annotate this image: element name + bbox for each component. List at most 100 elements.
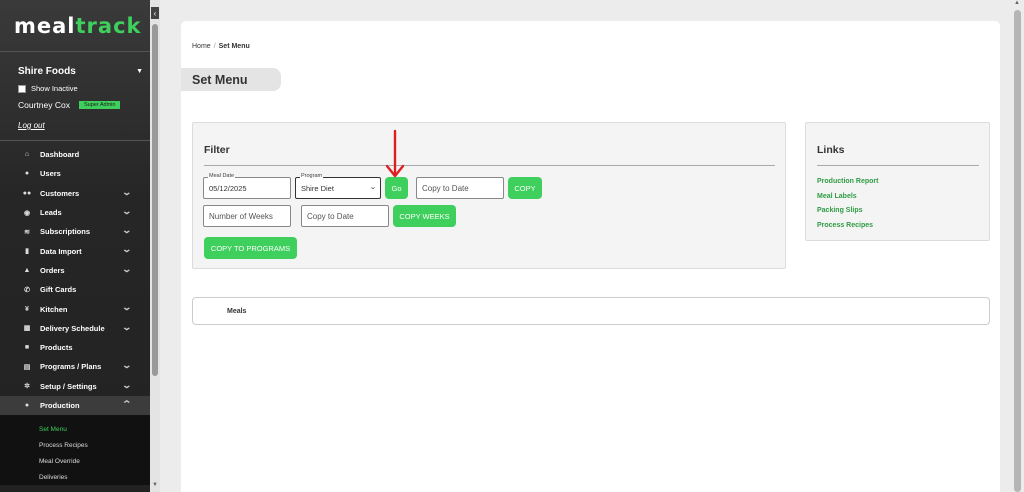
sidebar-item-label: Leads	[40, 208, 62, 218]
subnav-item-set-menu[interactable]: Set Menu	[0, 421, 150, 437]
program-label: Program	[300, 173, 324, 179]
show-inactive-label: Show Inactive	[31, 84, 78, 93]
copy-weeks-button[interactable]: COPY WEEKS	[393, 205, 456, 227]
sidebar-item-label: Delivery Schedule	[40, 323, 105, 333]
target-icon: ◉	[23, 209, 31, 217]
sidebar-item-label: Setup / Settings	[40, 381, 97, 391]
user-row: Courtney Cox Super Admin	[18, 100, 140, 110]
bag-icon: ▲	[23, 266, 31, 274]
sidebar-item-orders[interactable]: ▲ Orders ⌄	[0, 261, 150, 280]
copy-to-date-input[interactable]: Copy to Date	[416, 177, 504, 199]
links-divider	[817, 165, 979, 166]
sidebar-item-customers[interactable]: ●● Customers ⌄	[0, 184, 150, 203]
sidebar-scrollbar-thumb[interactable]	[152, 24, 158, 376]
chevron-up-icon: ⌃	[121, 398, 133, 409]
file-icon: ▮	[25, 248, 29, 256]
chevron-down-icon: ⌄	[121, 360, 133, 371]
meal-labels-link[interactable]: Meal Labels	[817, 193, 857, 200]
sidebar-item-setup-settings[interactable]: ✲ Setup / Settings ⌄	[0, 377, 150, 396]
meal-date-label: Meal Date	[208, 173, 236, 179]
sidebar-item-programs-plans[interactable]: ▤ Programs / Plans ⌄	[0, 357, 150, 376]
production-report-link[interactable]: Production Report	[817, 178, 878, 185]
filter-panel: Filter Meal Date 05/12/2025 Program Shir…	[192, 122, 786, 269]
filter-title: Filter	[204, 144, 230, 156]
sidebar-nav: ⌂ Dashboard ● Users ●● Customers ⌄ ◉ Leads ⌄ ≋…	[0, 145, 150, 486]
sidebar-item-delivery-schedule[interactable]: ▦ Delivery Schedule ⌄	[0, 319, 150, 338]
sidebar-item-label: Production	[40, 401, 80, 410]
layers-icon: ≋	[24, 228, 30, 236]
collapse-sidebar-icon[interactable]: ‹	[151, 7, 159, 19]
sidebar-item-products[interactable]: ■ Products	[0, 338, 150, 357]
role-badge: Super Admin	[78, 101, 121, 109]
logo-text-track: track	[75, 13, 142, 38]
sidebar-item-label: Data Import	[40, 246, 82, 256]
chevron-down-icon: ⌄	[121, 263, 133, 274]
sidebar-item-gift-cards[interactable]: ✆ Gift Cards	[0, 280, 150, 299]
chevron-down-icon: ⌄	[121, 225, 133, 236]
scroll-down-icon[interactable]: ▼	[152, 482, 158, 488]
caret-down-icon[interactable]: ▼	[136, 68, 143, 75]
sidebar-item-data-import[interactable]: ▮ Data Import ⌄	[0, 241, 150, 260]
clipboard-icon: ▤	[23, 363, 31, 371]
person-icon: ●	[24, 402, 30, 409]
sidebar: meal track Shire Foods ▼ Show Inactive Co…	[0, 0, 150, 492]
sidebar-item-label: Customers	[40, 188, 80, 198]
chevron-down-icon: ⌄	[121, 379, 133, 390]
checkbox-box[interactable]	[18, 84, 26, 93]
sidebar-item-kitchen[interactable]: ¥ Kitchen ⌄	[0, 299, 150, 318]
main-content: Home / Set Menu Set Menu Filter Meal Date …	[181, 21, 1000, 492]
links-title: Links	[817, 144, 845, 156]
production-subnav: Set Menu Process Recipes Meal Override D…	[0, 415, 150, 486]
users-icon: ●●	[22, 189, 32, 197]
subnav-item-deliveries[interactable]: Deliveries	[0, 469, 150, 485]
sidebar-item-label: Subscriptions	[40, 227, 91, 237]
packing-slips-link[interactable]: Packing Slips	[817, 207, 863, 214]
sidebar-item-label: Dashboard	[40, 150, 80, 160]
sidebar-item-dashboard[interactable]: ⌂ Dashboard	[0, 145, 150, 164]
copy-to-date-weeks-input[interactable]: Copy to Date	[301, 205, 389, 227]
subnav-item-process-recipes[interactable]: Process Recipes	[0, 437, 150, 453]
chevron-down-icon: ⌄	[121, 302, 133, 313]
program-select[interactable]: Program Shire Diet ⌄	[295, 173, 381, 199]
annotation-arrow-icon	[385, 129, 405, 178]
copy-button[interactable]: COPY	[508, 177, 542, 199]
sidebar-item-users[interactable]: ● Users	[0, 164, 150, 183]
logout-link[interactable]: Log out	[18, 121, 140, 130]
sidebar-divider	[0, 140, 150, 141]
breadcrumb-separator: /	[213, 43, 216, 50]
phone-icon: ✆	[24, 286, 30, 294]
sidebar-item-label: Programs / Plans	[40, 362, 102, 372]
page-title: Set Menu	[181, 68, 281, 91]
breadcrumb-home[interactable]: Home	[192, 43, 211, 50]
meal-date-value: 05/12/2025	[209, 183, 247, 193]
scroll-up-icon[interactable]: ▲	[1014, 0, 1020, 6]
chevron-down-icon: ⌄	[121, 244, 133, 255]
copy-to-programs-button[interactable]: COPY TO PROGRAMS	[204, 237, 297, 259]
copy-to-date-placeholder: Copy to Date	[422, 183, 469, 193]
meal-date-input[interactable]: Meal Date 05/12/2025	[203, 173, 291, 199]
sidebar-item-label: Products	[40, 343, 73, 353]
number-of-weeks-input[interactable]: Number of Weeks	[203, 205, 291, 227]
page-scrollbar-thumb[interactable]	[1014, 10, 1021, 492]
process-recipes-link[interactable]: Process Recipes	[817, 222, 873, 229]
sidebar-item-subscriptions[interactable]: ≋ Subscriptions ⌄	[0, 222, 150, 241]
sidebar-item-production[interactable]: ● Production ⌃	[0, 395, 150, 416]
chevron-down-icon: ⌄	[121, 205, 133, 216]
mealtrack-logo[interactable]: meal track	[0, 0, 150, 52]
breadcrumb-current: Set Menu	[218, 43, 250, 50]
user-name: Courtney Cox	[18, 100, 70, 110]
gear-icon: ✲	[24, 383, 30, 391]
meals-section-header[interactable]: Meals	[192, 297, 990, 325]
show-inactive-checkbox[interactable]: Show Inactive	[18, 84, 140, 93]
chevron-down-icon: ⌄	[369, 184, 377, 191]
calendar-icon: ▦	[23, 325, 31, 333]
copy-to-date-weeks-placeholder: Copy to Date	[307, 211, 354, 221]
utensils-icon: ¥	[25, 305, 29, 313]
sidebar-item-label: Orders	[40, 265, 65, 275]
org-selector[interactable]: Shire Foods	[18, 66, 140, 77]
sidebar-item-leads[interactable]: ◉ Leads ⌄	[0, 203, 150, 222]
subnav-item-meal-override[interactable]: Meal Override	[0, 453, 150, 469]
chevron-down-icon: ⌄	[121, 186, 133, 197]
sidebar-item-label: Users	[40, 169, 61, 179]
program-value: Shire Diet	[301, 183, 334, 193]
